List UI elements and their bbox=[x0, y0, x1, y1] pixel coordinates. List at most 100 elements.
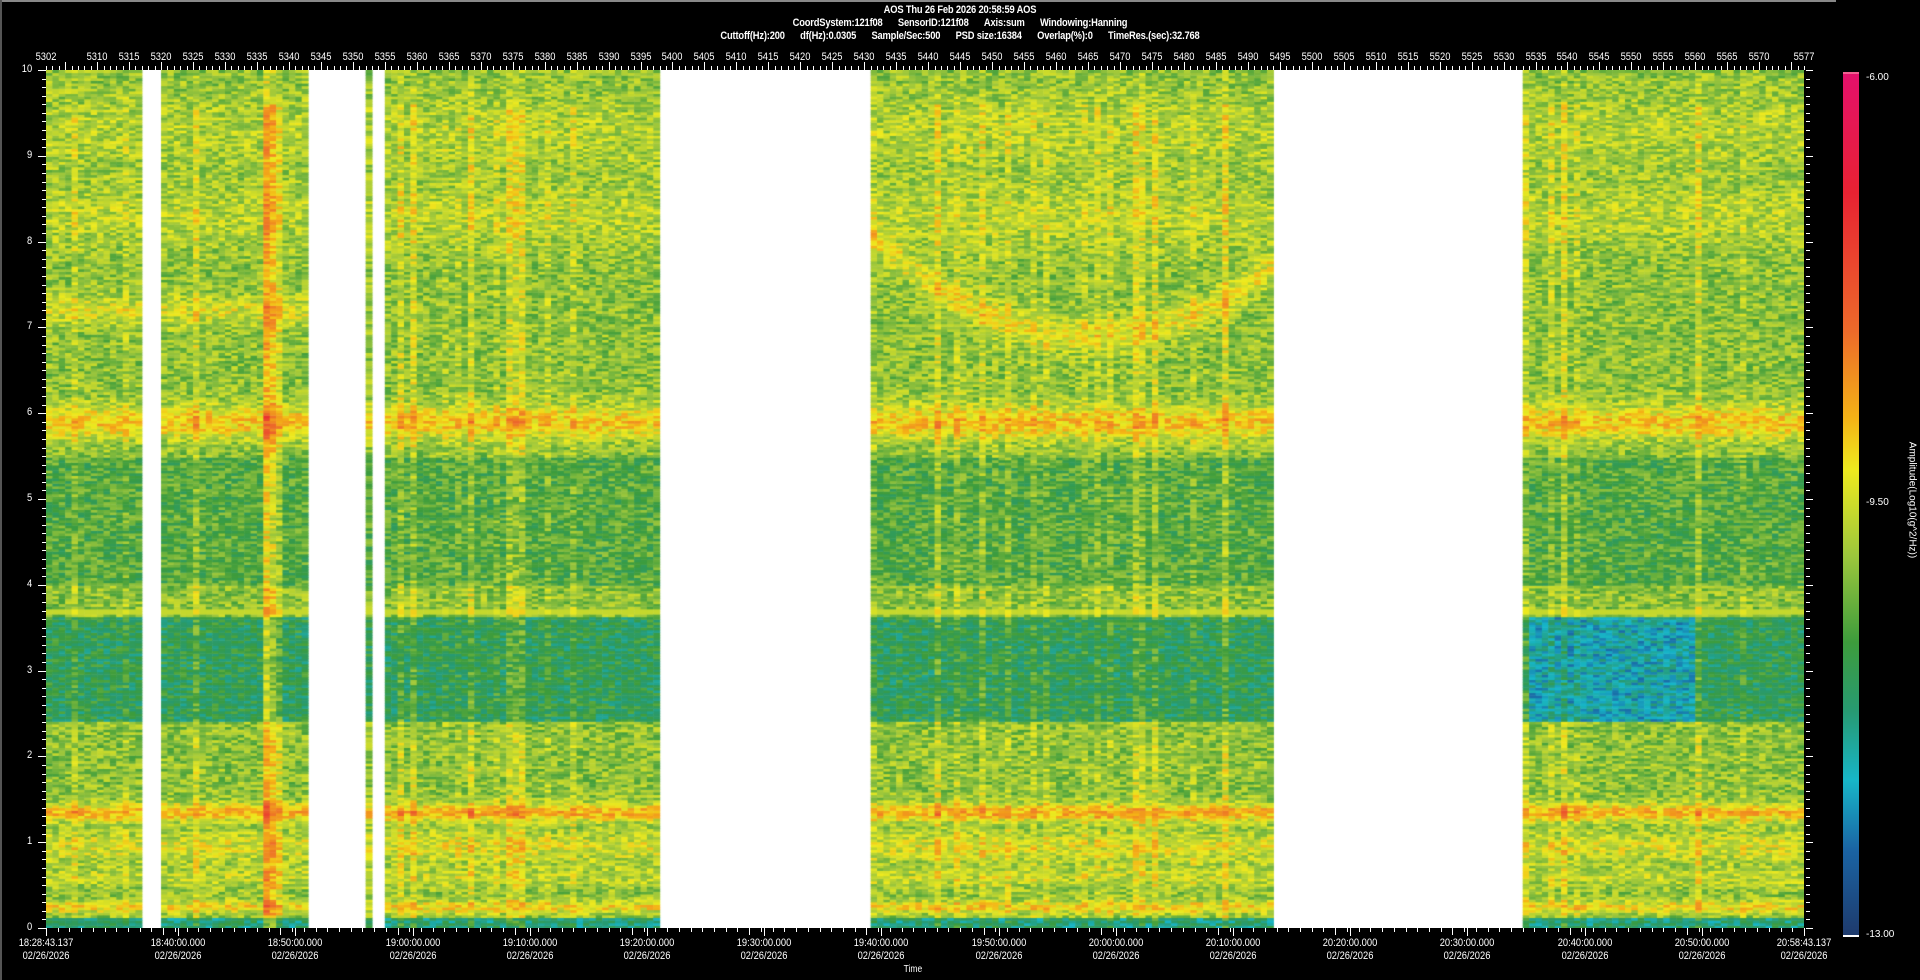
top-axis-tick bbox=[263, 66, 265, 70]
x-axis-tick bbox=[210, 928, 212, 932]
right-axis-tick bbox=[1806, 764, 1810, 766]
top-axis-tick bbox=[678, 66, 680, 70]
top-axis-tick bbox=[314, 66, 316, 70]
y-axis-tick bbox=[42, 764, 46, 766]
top-axis-tick bbox=[301, 66, 303, 70]
top-axis-tick bbox=[1733, 66, 1735, 70]
top-axis-tick bbox=[940, 66, 942, 70]
x-axis-tick bbox=[421, 928, 423, 932]
top-axis-tick bbox=[77, 66, 79, 70]
x-axis-tick bbox=[690, 928, 692, 932]
right-axis-tick bbox=[1806, 404, 1810, 406]
top-axis-label: 5495 bbox=[1269, 51, 1291, 63]
top-axis-tick bbox=[864, 62, 866, 70]
right-axis-tick bbox=[1806, 438, 1810, 440]
x-axis-major-tick bbox=[412, 928, 414, 936]
top-axis-tick bbox=[538, 66, 540, 70]
top-axis-tick bbox=[372, 66, 374, 70]
y-axis-tick bbox=[42, 507, 46, 509]
top-axis-tick bbox=[1337, 66, 1339, 70]
top-axis-tick bbox=[845, 66, 847, 70]
x-axis-tick bbox=[409, 928, 411, 932]
x-axis-major-tick bbox=[1584, 928, 1586, 936]
x-axis-time-label: 20:50:00.000 bbox=[1674, 937, 1730, 949]
top-axis-label: 5577 bbox=[1793, 51, 1815, 63]
x-axis-major-tick bbox=[529, 928, 531, 936]
x-axis-date-label: 02/26/2026 bbox=[1780, 950, 1828, 962]
top-axis-label: 5340 bbox=[278, 51, 300, 63]
top-axis-tick bbox=[992, 62, 994, 70]
colorbar-tick-label: -13.00 bbox=[1866, 929, 1895, 940]
top-axis-tick bbox=[1094, 66, 1096, 70]
x-axis-tick bbox=[1581, 928, 1583, 932]
right-axis-tick bbox=[1806, 130, 1810, 132]
top-axis-tick bbox=[749, 66, 751, 70]
x-axis-time-label: 20:30:00.000 bbox=[1440, 937, 1495, 949]
x-axis-tick bbox=[327, 928, 329, 932]
top-axis-label: 5435 bbox=[885, 51, 907, 63]
x-axis-date-label: 02/26/2026 bbox=[1326, 950, 1374, 962]
x-axis-tick bbox=[1499, 928, 1501, 932]
y-axis-tick bbox=[42, 919, 46, 921]
top-axis-tick bbox=[742, 66, 744, 70]
top-axis-tick bbox=[1433, 66, 1435, 70]
x-axis-tick bbox=[526, 928, 528, 932]
top-axis-tick bbox=[295, 66, 297, 70]
top-axis-tick bbox=[1215, 62, 1217, 70]
y-axis-tick bbox=[42, 902, 46, 904]
top-axis-tick bbox=[934, 66, 936, 70]
x-axis-time-label: 19:20:00.000 bbox=[619, 937, 675, 949]
right-axis-tick bbox=[1806, 704, 1810, 706]
top-axis-tick bbox=[109, 66, 111, 70]
top-axis-tick bbox=[1663, 62, 1665, 70]
y-axis-tick bbox=[38, 670, 46, 672]
top-axis-tick bbox=[947, 66, 949, 70]
x-axis-date-label: 02/26/2026 bbox=[623, 950, 671, 962]
y-axis-tick bbox=[38, 756, 46, 758]
x-axis-tick bbox=[831, 928, 833, 932]
top-axis-tick bbox=[1650, 66, 1652, 70]
top-axis-tick bbox=[928, 62, 930, 70]
top-axis-tick bbox=[1695, 62, 1697, 70]
header-field: df(Hz):0.0305 bbox=[800, 30, 857, 42]
header-info-line-3: Cuttoff(Hz):200 df(Hz):0.0305 Sample/Sec:5… bbox=[144, 30, 1776, 42]
x-axis-major-tick bbox=[1804, 928, 1805, 936]
x-axis-major-tick bbox=[1233, 928, 1234, 936]
top-axis-label: 5570 bbox=[1748, 51, 1770, 63]
x-axis-tick bbox=[1557, 928, 1559, 932]
right-axis-tick bbox=[1806, 867, 1810, 869]
x-axis-tick bbox=[549, 928, 551, 932]
spectrogram-plot-area[interactable] bbox=[46, 70, 1804, 928]
y-axis-tick bbox=[42, 233, 46, 235]
x-axis-tick bbox=[784, 928, 786, 932]
x-axis-tick bbox=[69, 928, 71, 932]
top-axis-label: 5350 bbox=[342, 51, 364, 63]
x-axis-major-tick bbox=[1701, 928, 1703, 936]
top-axis-tick bbox=[1394, 66, 1396, 70]
right-axis-tick bbox=[1806, 619, 1810, 621]
top-axis-tick bbox=[806, 66, 808, 70]
top-border bbox=[0, 0, 1836, 2]
x-axis-tick bbox=[1593, 928, 1595, 932]
x-axis-tick bbox=[1053, 928, 1055, 932]
x-axis-tick bbox=[1440, 928, 1442, 932]
x-axis-date-label: 02/26/2026 bbox=[22, 950, 70, 962]
right-axis-tick bbox=[1806, 825, 1810, 827]
top-axis-tick bbox=[1305, 66, 1307, 70]
top-axis-tick bbox=[1708, 66, 1710, 70]
right-axis-tick bbox=[1806, 627, 1810, 629]
x-axis-tick bbox=[303, 928, 305, 932]
x-axis-tick bbox=[104, 928, 106, 932]
top-axis-tick bbox=[506, 66, 508, 70]
top-axis-tick bbox=[659, 66, 661, 70]
right-axis-tick bbox=[1806, 318, 1810, 320]
x-axis-time-label: 19:40:00.000 bbox=[854, 937, 909, 949]
top-axis-tick bbox=[1446, 66, 1447, 70]
y-axis-tick bbox=[42, 490, 46, 492]
spectrogram-heatmap[interactable] bbox=[46, 70, 1804, 928]
right-axis-tick bbox=[1806, 87, 1810, 89]
colorbar-max-marker bbox=[1843, 72, 1859, 74]
y-axis-tick bbox=[42, 387, 46, 389]
y-axis-tick bbox=[38, 499, 46, 500]
right-axis-tick bbox=[1806, 250, 1810, 252]
